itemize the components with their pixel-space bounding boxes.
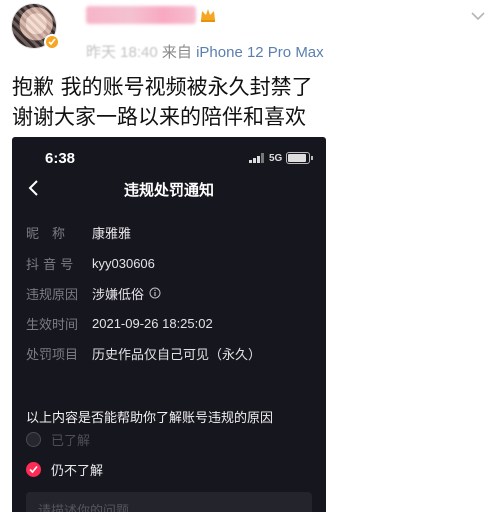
battery-level	[288, 154, 306, 162]
row-value: 涉嫌低俗	[92, 286, 145, 302]
row-value: 2021-09-26 18:25:02	[92, 315, 213, 331]
input-placeholder: 请描述你的问题	[38, 504, 130, 512]
row-label: 抖 音 号	[26, 257, 74, 273]
post-line: 抱歉 我的账号视频被永久封禁了	[12, 75, 313, 99]
info-row-reason: 违规原因 涉嫌低俗	[26, 283, 161, 303]
row-value: 历史作品仅自己可见（永久）	[92, 346, 262, 362]
post-body: 抱歉 我的账号视频被永久封禁了 谢谢大家一路以来的陪伴和喜欢	[12, 72, 313, 132]
verified-badge-icon	[44, 34, 60, 50]
option-label: 仍不了解	[51, 463, 104, 479]
feedback-input[interactable]: 请描述你的问题	[26, 492, 312, 512]
info-icon[interactable]	[149, 287, 161, 299]
status-bar-right: 5G	[249, 151, 314, 165]
vip-crown-icon	[201, 9, 215, 22]
info-row-douyin-id: 抖 音 号 kyy030606	[26, 253, 155, 273]
option-understood[interactable]: 已了解	[26, 429, 90, 449]
row-label: 昵 称	[26, 226, 66, 242]
post-time: 昨天 18:40	[86, 44, 158, 61]
radio-unchecked[interactable]	[26, 431, 41, 447]
info-row-nickname: 昵 称 康雅雅	[26, 222, 131, 242]
post-device[interactable]: iPhone 12 Pro Max	[196, 44, 324, 61]
status-time: 6:38	[45, 150, 76, 167]
chevron-down-icon[interactable]	[470, 8, 486, 24]
post-meta: 昨天 18:40 来自 iPhone 12 Pro Max	[86, 41, 324, 62]
username-blurred[interactable]	[86, 6, 196, 24]
radio-checked[interactable]	[26, 461, 41, 477]
row-label: 生效时间	[26, 317, 79, 333]
embedded-screenshot[interactable]: 6:38 5G 违规处罚通知 昵 称 康雅雅 抖 音 号 kyy030606 违…	[12, 137, 326, 512]
row-value: kyy030606	[92, 255, 155, 271]
row-label: 违规原因	[26, 287, 79, 303]
signal-icon	[249, 153, 264, 163]
network-type: 5G	[269, 152, 283, 164]
checkmark-icon	[29, 465, 38, 473]
info-row-effective-time: 生效时间 2021-09-26 18:25:02	[26, 313, 213, 333]
row-label: 处罚项目	[26, 347, 79, 363]
battery-icon	[286, 152, 314, 164]
info-row-penalty: 处罚项目 历史作品仅自己可见（永久）	[26, 343, 261, 363]
page-title: 违规处罚通知	[123, 181, 214, 199]
option-label: 已了解	[51, 433, 91, 449]
option-still-unclear[interactable]: 仍不了解	[26, 459, 103, 479]
post-source-prefix: 来自	[161, 44, 192, 61]
row-value: 康雅雅	[92, 225, 132, 241]
feedback-question: 以上内容是否能帮助你了解账号违规的原因	[26, 411, 274, 426]
post-line: 谢谢大家一路以来的陪伴和喜欢	[12, 105, 306, 129]
